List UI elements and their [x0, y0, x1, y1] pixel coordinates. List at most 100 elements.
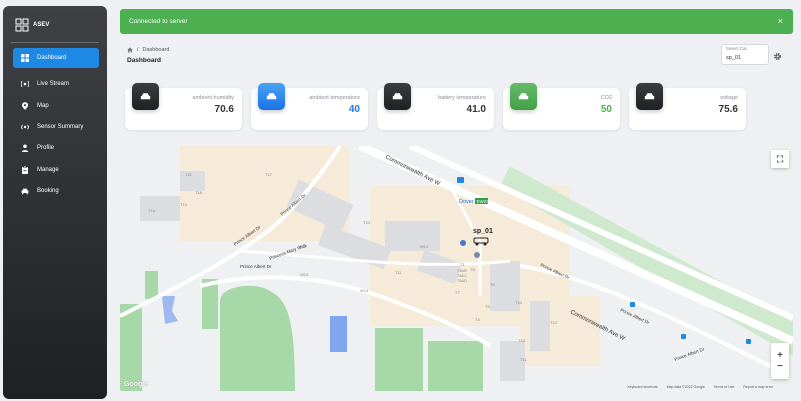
- car-icon: [510, 83, 537, 110]
- building-label: T3: [460, 263, 464, 267]
- car-icon: [258, 83, 285, 110]
- pool: [330, 316, 347, 352]
- sensor-card-ambient-temperature: ambient temperature 40: [251, 83, 368, 130]
- home-icon[interactable]: [127, 47, 133, 53]
- select-car-value: sp_01: [726, 55, 741, 61]
- nav-item-live-stream[interactable]: Live Stream: [13, 74, 99, 94]
- sensor-card-co2: CO2 50: [503, 83, 620, 130]
- nav-item-manage[interactable]: Manage: [13, 160, 99, 180]
- google-logo: Google: [124, 381, 149, 388]
- bus-stop-icon[interactable]: [746, 339, 751, 344]
- card-label: voltage: [720, 95, 738, 101]
- nav-item-profile[interactable]: Profile: [13, 138, 99, 158]
- select-car-dropdown[interactable]: Select Car sp_01: [721, 44, 769, 65]
- person-icon: [21, 144, 29, 152]
- card-value: 75.6: [718, 104, 738, 115]
- poi-icon[interactable]: [474, 252, 480, 258]
- building-label: T7: [455, 290, 460, 295]
- keyboard-shortcuts-link[interactable]: Keyboard shortcuts: [627, 385, 657, 389]
- card-label: CO2: [600, 95, 612, 101]
- select-car-label: Select Car: [726, 46, 748, 51]
- close-icon[interactable]: ×: [778, 16, 783, 26]
- info-poi-icon[interactable]: [460, 240, 466, 246]
- sensor-card-battery-temperature: battery temperature 41.0: [377, 83, 494, 130]
- building: [140, 196, 180, 221]
- station-badge-text: EW22: [477, 199, 490, 204]
- building-label: T11: [520, 357, 527, 362]
- building-label: T18: [195, 190, 203, 195]
- broadcast-icon: [21, 80, 29, 88]
- nav-label: Manage: [37, 167, 59, 173]
- building-label: W13: [300, 272, 309, 277]
- card-label: ambient humidity: [192, 95, 234, 101]
- park-area: [120, 304, 142, 391]
- building-label: T13: [518, 338, 526, 343]
- breadcrumb-current[interactable]: Dashboard: [143, 47, 170, 53]
- breadcrumb: / Dashboard: [127, 47, 169, 53]
- map-canvas[interactable]: Commonwealth Ave W Commonwealth Ave W Pr…: [120, 146, 793, 391]
- pin-icon: [22, 102, 28, 110]
- gear-icon[interactable]: [773, 52, 782, 61]
- map-attribution: Keyboard shortcuts Map data ©2022 Google…: [627, 385, 773, 389]
- card-value: 50: [600, 104, 612, 115]
- grid-icon: [21, 54, 29, 62]
- fullscreen-icon[interactable]: ⛶: [771, 150, 789, 168]
- building-label: T8: [470, 267, 475, 272]
- bus-stop-icon[interactable]: [630, 302, 635, 307]
- zoom-control: + −: [771, 343, 789, 379]
- building-label: T24: [363, 220, 371, 225]
- nav-item-map[interactable]: Map: [13, 96, 99, 116]
- page-title: Dashboard: [127, 57, 161, 64]
- building-label: T3A/D: [457, 279, 467, 283]
- card-label: ambient temperature: [309, 95, 360, 101]
- building-label: T21: [185, 172, 193, 177]
- road-label: Prince Albert Dr: [620, 307, 651, 325]
- building-label: W12: [420, 244, 429, 249]
- alert-text: Connected to server: [129, 18, 188, 25]
- building-label: T5: [485, 304, 490, 309]
- building: [385, 221, 440, 251]
- nav-label: Live Stream: [37, 81, 70, 87]
- building: [180, 171, 205, 191]
- map-view[interactable]: Commonwealth Ave W Commonwealth Ave W Pr…: [120, 146, 793, 391]
- nav-item-dashboard[interactable]: Dashboard: [13, 48, 99, 68]
- divider: [11, 42, 99, 43]
- station-label: Dover: [459, 199, 474, 205]
- building-label: T3A/C: [457, 274, 467, 278]
- connection-alert: Connected to server ×: [120, 9, 793, 34]
- zoom-out-button[interactable]: −: [777, 361, 783, 372]
- nav-label: Sensor Summary: [37, 124, 84, 130]
- brand[interactable]: ASEV: [15, 18, 49, 32]
- card-value: 41.0: [466, 104, 486, 115]
- sidebar: ASEV Dashboard Live Stream Map Sensor Su…: [3, 6, 107, 399]
- asev-logo-icon: [15, 18, 29, 32]
- brand-name: ASEV: [33, 22, 50, 28]
- nav-item-sensor-summary[interactable]: Sensor Summary: [13, 117, 99, 137]
- building-label: W14: [360, 288, 369, 293]
- park-area: [428, 341, 483, 391]
- car-icon: [636, 83, 663, 110]
- sensor-card-voltage: voltage 75.6: [629, 83, 746, 130]
- building-label: T3A/B: [457, 269, 467, 273]
- nav-label: Profile: [37, 145, 55, 151]
- sensor-icon: [21, 124, 29, 130]
- report-error-link[interactable]: Report a map error: [743, 385, 773, 389]
- nav-label: Booking: [37, 188, 59, 194]
- building-label: T9: [490, 282, 495, 287]
- park-area: [145, 271, 158, 299]
- building-label: T4: [475, 317, 480, 322]
- card-label: battery temperature: [438, 95, 486, 101]
- building: [530, 301, 550, 351]
- sensor-card-ambient-humidity: ambient humidity 70.6: [125, 83, 242, 130]
- map-data-text: Map data ©2022 Google: [666, 385, 705, 389]
- zoom-in-button[interactable]: +: [777, 350, 783, 361]
- bus-stop-icon[interactable]: [681, 334, 686, 339]
- park-area: [375, 328, 423, 391]
- train-icon[interactable]: [457, 177, 464, 183]
- card-value: 70.6: [214, 104, 234, 115]
- car-icon: [21, 188, 29, 195]
- building-label: W12: [298, 244, 307, 249]
- nav-item-booking[interactable]: Booking: [13, 181, 99, 201]
- nav-label: Map: [37, 103, 49, 109]
- terms-link[interactable]: Terms of Use: [714, 385, 735, 389]
